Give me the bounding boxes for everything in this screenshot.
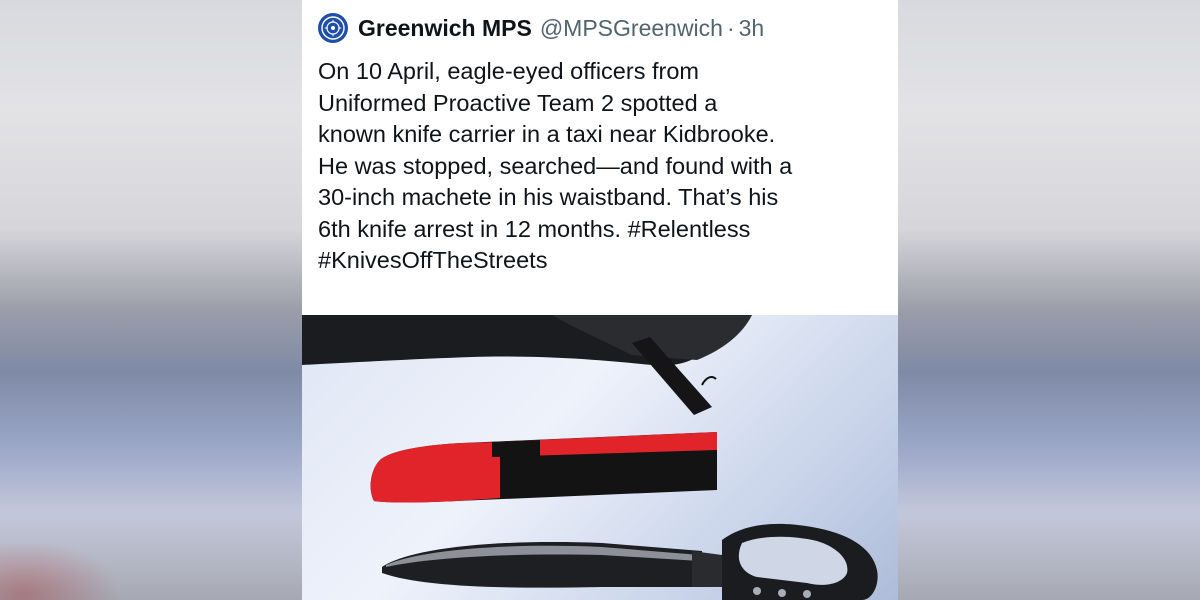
- strap-icon: [302, 315, 752, 415]
- sheath-icon: [370, 432, 717, 503]
- machete-icon: [382, 523, 878, 600]
- user-handle[interactable]: @MPSGreenwich: [540, 15, 723, 42]
- tweet-header: Greenwich MPS @MPSGreenwich · 3h: [318, 10, 764, 46]
- timestamp[interactable]: 3h: [739, 15, 765, 42]
- hashtag-line[interactable]: #KnivesOffTheStreets: [318, 245, 888, 277]
- tweet-line: He was stopped, searched—and found with …: [318, 152, 793, 179]
- separator: ·: [726, 14, 735, 41]
- blurred-background-right: [898, 0, 1200, 600]
- police-crest-icon[interactable]: [318, 13, 348, 43]
- blurred-background-left: [0, 0, 302, 600]
- tweet-line: 6th knife arrest in 12 months. #Relentle…: [318, 215, 751, 242]
- tweet-photo[interactable]: [302, 315, 898, 600]
- display-name[interactable]: Greenwich MPS: [358, 15, 532, 42]
- tweet-line: Uniformed Proactive Team 2 spotted a: [318, 89, 718, 116]
- tweet-line: 30-inch machete in his waistband. That’s…: [318, 184, 779, 210]
- tweet-card: Greenwich MPS @MPSGreenwich · 3h On 10 A…: [302, 0, 898, 600]
- tweet-line: known knife carrier in a taxi near Kidbr…: [318, 121, 776, 147]
- tweet-text: On 10 April, eagle-eyed officers from Un…: [318, 56, 888, 277]
- tweet-line: On 10 April, eagle-eyed officers from: [318, 58, 699, 84]
